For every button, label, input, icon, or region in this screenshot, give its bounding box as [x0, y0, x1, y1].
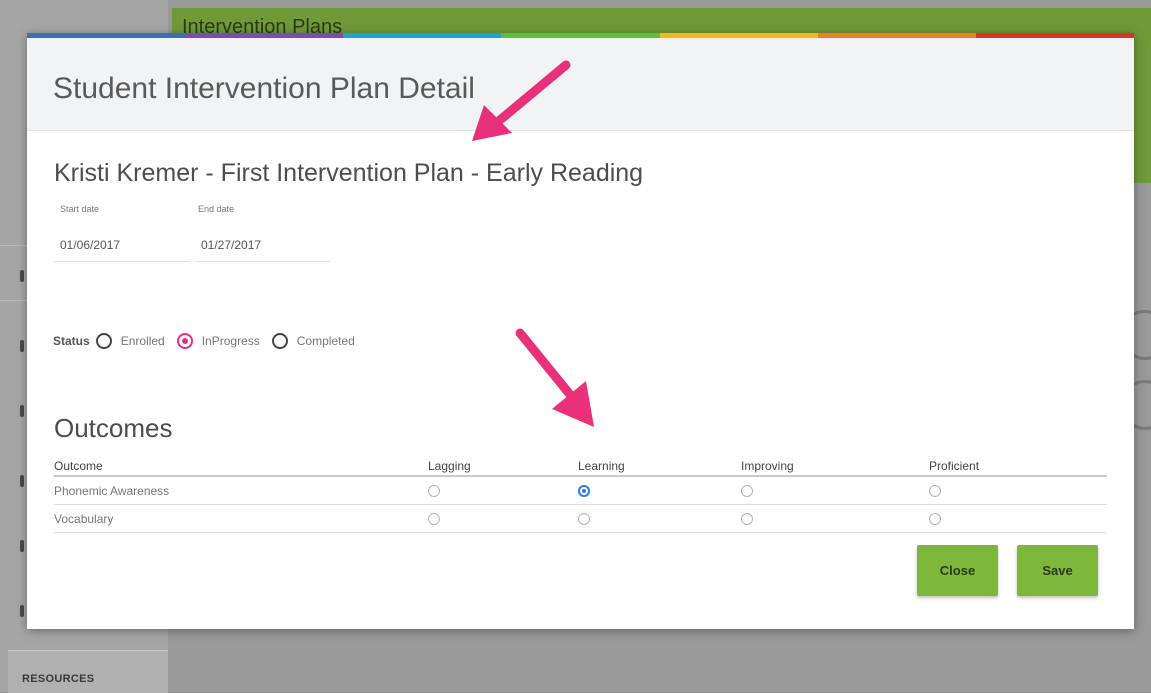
radio-selected-icon[interactable] [176, 333, 193, 349]
modal-title: Student Intervention Plan Detail [53, 72, 475, 105]
column-header-improving: Improving [741, 445, 929, 477]
outcome-name: Phonemic Awareness [54, 476, 428, 505]
radio-learning-selected[interactable] [578, 485, 590, 498]
outcome-name: Vocabulary [54, 504, 428, 533]
status-option-label: InProgress [201, 334, 260, 348]
sidebar-resources[interactable]: RESOURCES [8, 650, 168, 693]
status-option-label: Enrolled [120, 334, 165, 348]
start-date-field[interactable]: 01/06/2017 [54, 229, 190, 262]
radio-proficient[interactable] [929, 513, 941, 526]
table-row: Vocabulary [54, 504, 1107, 533]
column-header-learning: Learning [578, 445, 741, 477]
end-date-value: 01/27/2017 [201, 238, 262, 252]
outcomes-table: Outcome Lagging Learning Improving Profi… [54, 445, 1107, 533]
close-button[interactable]: Close [917, 545, 998, 596]
status-option-completed[interactable]: Completed [271, 333, 355, 349]
outcomes-heading: Outcomes [54, 413, 173, 443]
radio-proficient[interactable] [929, 485, 941, 498]
column-header-proficient: Proficient [929, 445, 1107, 477]
plan-title: Kristi Kremer - First Intervention Plan … [54, 159, 644, 187]
intervention-plan-modal: Student Intervention Plan Detail Kristi … [27, 33, 1134, 629]
status-group: Status Enrolled InProgress Completed [53, 329, 367, 353]
radio-learning[interactable] [578, 513, 590, 526]
table-row: Phonemic Awareness [54, 476, 1107, 505]
radio-lagging[interactable] [428, 513, 440, 526]
start-date-value: 01/06/2017 [60, 238, 121, 252]
radio-icon[interactable] [271, 333, 288, 349]
start-date-label: Start date [60, 204, 100, 214]
outcomes-header-row: Outcome Lagging Learning Improving Profi… [54, 445, 1107, 477]
radio-icon[interactable] [95, 333, 112, 349]
modal-header: Student Intervention Plan Detail [27, 38, 1134, 131]
radio-improving[interactable] [741, 513, 753, 526]
status-label: Status [53, 334, 90, 348]
status-option-enrolled[interactable]: Enrolled [95, 333, 165, 349]
status-option-inprogress[interactable]: InProgress [176, 333, 260, 349]
end-date-field[interactable]: 01/27/2017 [195, 229, 331, 262]
column-header-outcome: Outcome [54, 445, 428, 477]
radio-lagging[interactable] [428, 485, 440, 498]
status-option-label: Completed [296, 334, 355, 348]
save-button[interactable]: Save [1017, 545, 1098, 596]
end-date-label: End date [198, 204, 235, 214]
resources-label: RESOURCES [22, 673, 95, 685]
radio-improving[interactable] [741, 485, 753, 498]
column-header-lagging: Lagging [428, 445, 578, 477]
